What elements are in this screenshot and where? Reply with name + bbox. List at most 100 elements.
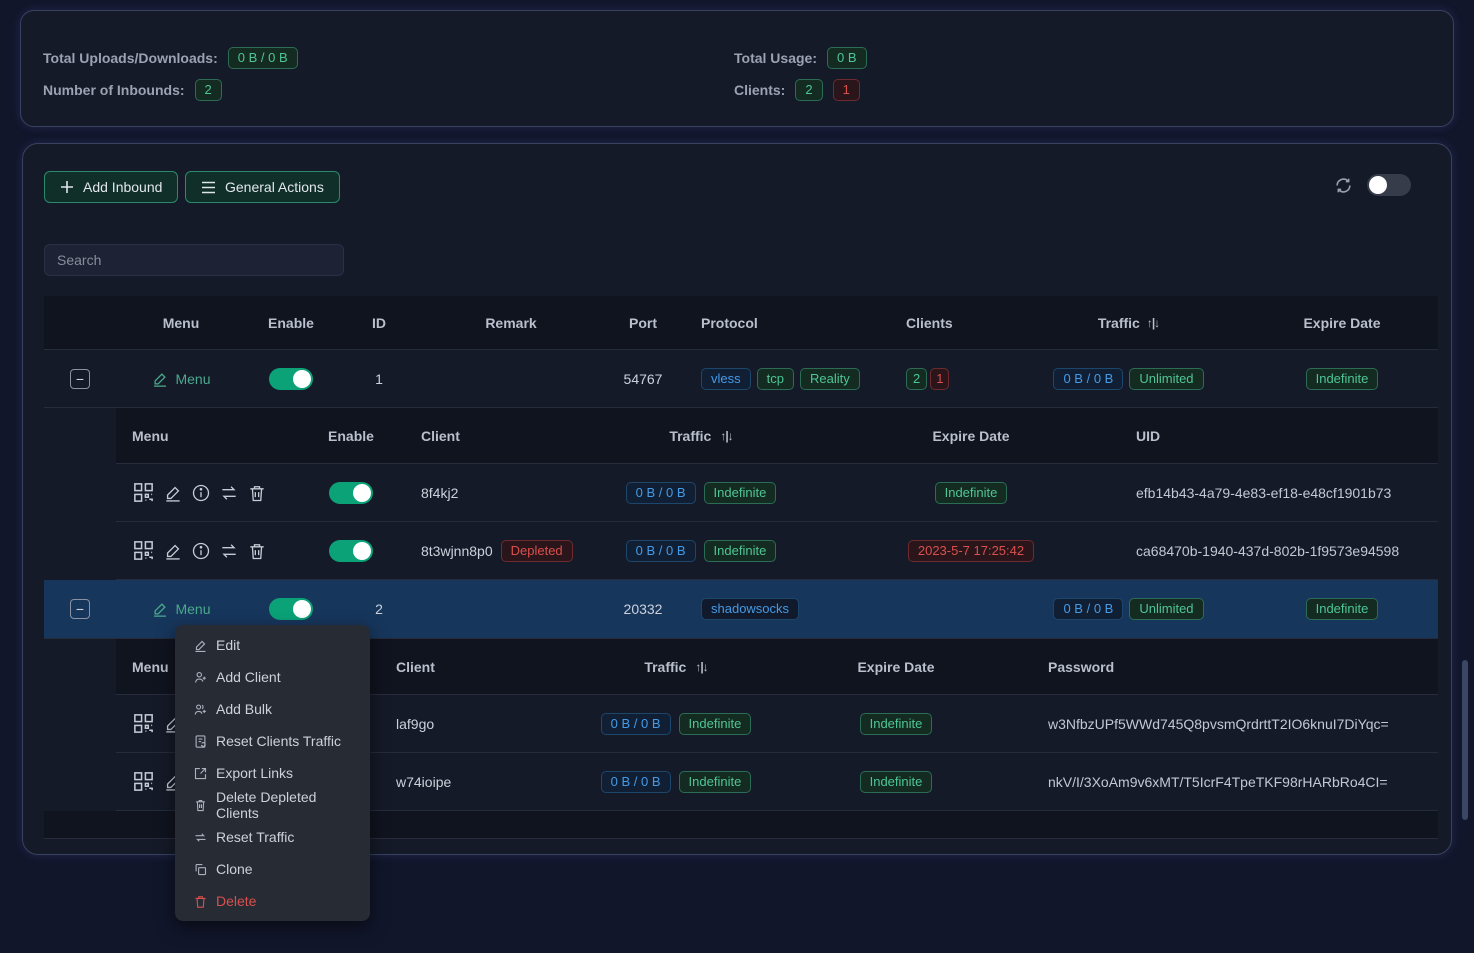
- client-expire: Indefinite: [761, 771, 1031, 793]
- traffic-limit-badge: Unlimited: [1129, 598, 1203, 620]
- inbound-expire: Indefinite: [1246, 598, 1438, 620]
- protocol-badge: shadowsocks: [701, 598, 799, 620]
- info-circle-icon[interactable]: [191, 541, 211, 561]
- vless-clients-subtable: Menu Enable Client Traffic↑|↓ Expire Dat…: [116, 408, 1438, 580]
- clients-depleted-badge: 1: [930, 368, 949, 390]
- protocol-badge: vless: [701, 368, 751, 390]
- edit-pencil-icon: [151, 370, 169, 388]
- stat-number-of-inbounds: Number of Inbounds: 2: [43, 74, 298, 106]
- copy-icon: [193, 862, 208, 877]
- traffic-badge: 0 B / 0 B: [626, 540, 696, 562]
- file-sync-icon: [193, 734, 208, 749]
- col-id: ID: [336, 315, 422, 331]
- client-traffic: 0 B / 0 B Indefinite: [591, 771, 761, 793]
- inbound-enable-toggle[interactable]: [269, 598, 313, 620]
- inbound-row-1: − Menu 1 54767 vless tcp Reality 2 1 0 B: [44, 350, 1438, 408]
- inbound-menu-link[interactable]: Menu: [151, 600, 210, 618]
- menu-item-reset-clients-traffic[interactable]: Reset Clients Traffic: [175, 725, 370, 757]
- inbound-menu-link[interactable]: Menu: [151, 370, 210, 388]
- qrcode-icon[interactable]: [132, 770, 155, 793]
- client-expire: Indefinite: [821, 482, 1121, 504]
- client-enable-toggle[interactable]: [329, 482, 373, 504]
- collapse-row-button[interactable]: −: [70, 599, 90, 619]
- col-expire-date: Expire Date: [821, 428, 1121, 444]
- number-of-inbounds-badge: 2: [195, 79, 222, 101]
- inbound-port: 20332: [600, 601, 686, 617]
- client-traffic: 0 B / 0 B Indefinite: [581, 540, 821, 562]
- reset-traffic-arrows-icon[interactable]: [219, 483, 239, 503]
- col-expire-date: Expire Date: [1246, 315, 1438, 331]
- inbound-clients-counts: 2 1: [866, 368, 1011, 390]
- sort-icon: ↑|↓: [720, 429, 732, 443]
- qrcode-icon[interactable]: [132, 481, 155, 504]
- traffic-badge: 0 B / 0 B: [601, 713, 671, 735]
- edit-pencil-icon[interactable]: [163, 541, 183, 561]
- col-enable: Enable: [246, 315, 336, 331]
- col-traffic[interactable]: Traffic↑|↓: [1011, 315, 1246, 331]
- col-port: Port: [600, 315, 686, 331]
- stat-label: Number of Inbounds:: [43, 82, 185, 98]
- col-protocol: Protocol: [686, 315, 866, 331]
- total-uploads-downloads-badge: 0 B / 0 B: [228, 47, 298, 69]
- qrcode-icon[interactable]: [132, 712, 155, 735]
- menu-item-delete-depleted-clients[interactable]: Delete Depleted Clients: [175, 789, 370, 821]
- traffic-limit-badge: Unlimited: [1129, 368, 1203, 390]
- menu-item-add-bulk[interactable]: Add Bulk: [175, 693, 370, 725]
- expire-badge: Indefinite: [1306, 368, 1379, 390]
- col-uid: UID: [1121, 428, 1438, 444]
- traffic-badge: 0 B / 0 B: [601, 771, 671, 793]
- inbound-enable-toggle[interactable]: [269, 368, 313, 390]
- trash-icon[interactable]: [247, 483, 267, 503]
- trash-icon[interactable]: [247, 541, 267, 561]
- menu-item-add-client[interactable]: Add Client: [175, 661, 370, 693]
- user-add-icon: [193, 670, 208, 685]
- search-input[interactable]: [44, 244, 344, 276]
- inbound-protocol-tags: shadowsocks: [686, 598, 866, 620]
- col-traffic[interactable]: Traffic↑|↓: [591, 659, 761, 675]
- stat-label: Clients:: [734, 82, 785, 98]
- col-expire-date: Expire Date: [761, 659, 1031, 675]
- traffic-limit-badge: Indefinite: [679, 713, 752, 735]
- traffic-limit-badge: Indefinite: [679, 771, 752, 793]
- menu-item-clone[interactable]: Clone: [175, 853, 370, 885]
- col-traffic[interactable]: Traffic↑|↓: [581, 428, 821, 444]
- menu-item-export-links[interactable]: Export Links: [175, 757, 370, 789]
- edit-pencil-icon: [151, 600, 169, 618]
- inbound-traffic: 0 B / 0 B Unlimited: [1011, 598, 1246, 620]
- scrollbar-thumb[interactable]: [1462, 660, 1468, 820]
- expire-badge: Indefinite: [935, 482, 1008, 504]
- menu-item-delete[interactable]: Delete: [175, 885, 370, 917]
- stat-label: Total Usage:: [734, 50, 817, 66]
- add-inbound-button[interactable]: Add Inbound: [44, 171, 178, 203]
- col-enable: Enable: [306, 428, 396, 444]
- dark-mode-toggle[interactable]: [1367, 174, 1411, 196]
- refresh-icon[interactable]: [1334, 176, 1353, 195]
- info-circle-icon[interactable]: [191, 483, 211, 503]
- delete-depleted-icon: [193, 798, 208, 813]
- plus-icon: [60, 180, 74, 194]
- stats-panel: Total Uploads/Downloads: 0 B / 0 B Numbe…: [20, 10, 1454, 127]
- client-uid: ca68470b-1940-437d-802b-1f9573e94598: [1121, 543, 1438, 559]
- inbound-port: 54767: [600, 371, 686, 387]
- general-actions-button[interactable]: General Actions: [185, 171, 340, 203]
- stat-clients: Clients: 2 1: [734, 74, 867, 106]
- traffic-limit-badge: Indefinite: [704, 482, 777, 504]
- client-enable-toggle[interactable]: [329, 540, 373, 562]
- menu-item-reset-traffic[interactable]: Reset Traffic: [175, 821, 370, 853]
- client-expire: 2023-5-7 17:25:42: [821, 540, 1121, 562]
- export-icon: [193, 766, 208, 781]
- expire-badge: Indefinite: [860, 713, 933, 735]
- client-name: laf9go: [386, 716, 591, 732]
- qrcode-icon[interactable]: [132, 539, 155, 562]
- security-badge: Reality: [800, 368, 860, 390]
- collapse-row-button[interactable]: −: [70, 369, 90, 389]
- menu-item-edit[interactable]: Edit: [175, 629, 370, 661]
- edit-pencil-icon: [193, 638, 208, 653]
- edit-pencil-icon[interactable]: [163, 483, 183, 503]
- clients-active-badge: 2: [906, 368, 927, 390]
- reset-traffic-arrows-icon[interactable]: [219, 541, 239, 561]
- expire-badge: Indefinite: [1306, 598, 1379, 620]
- depleted-badge: Depleted: [501, 540, 573, 562]
- client-password: w3NfbzUPf5WWd745Q8pvsmQrdrttT2IO6knuI7Di…: [1031, 716, 1438, 732]
- trash-icon: [193, 894, 208, 909]
